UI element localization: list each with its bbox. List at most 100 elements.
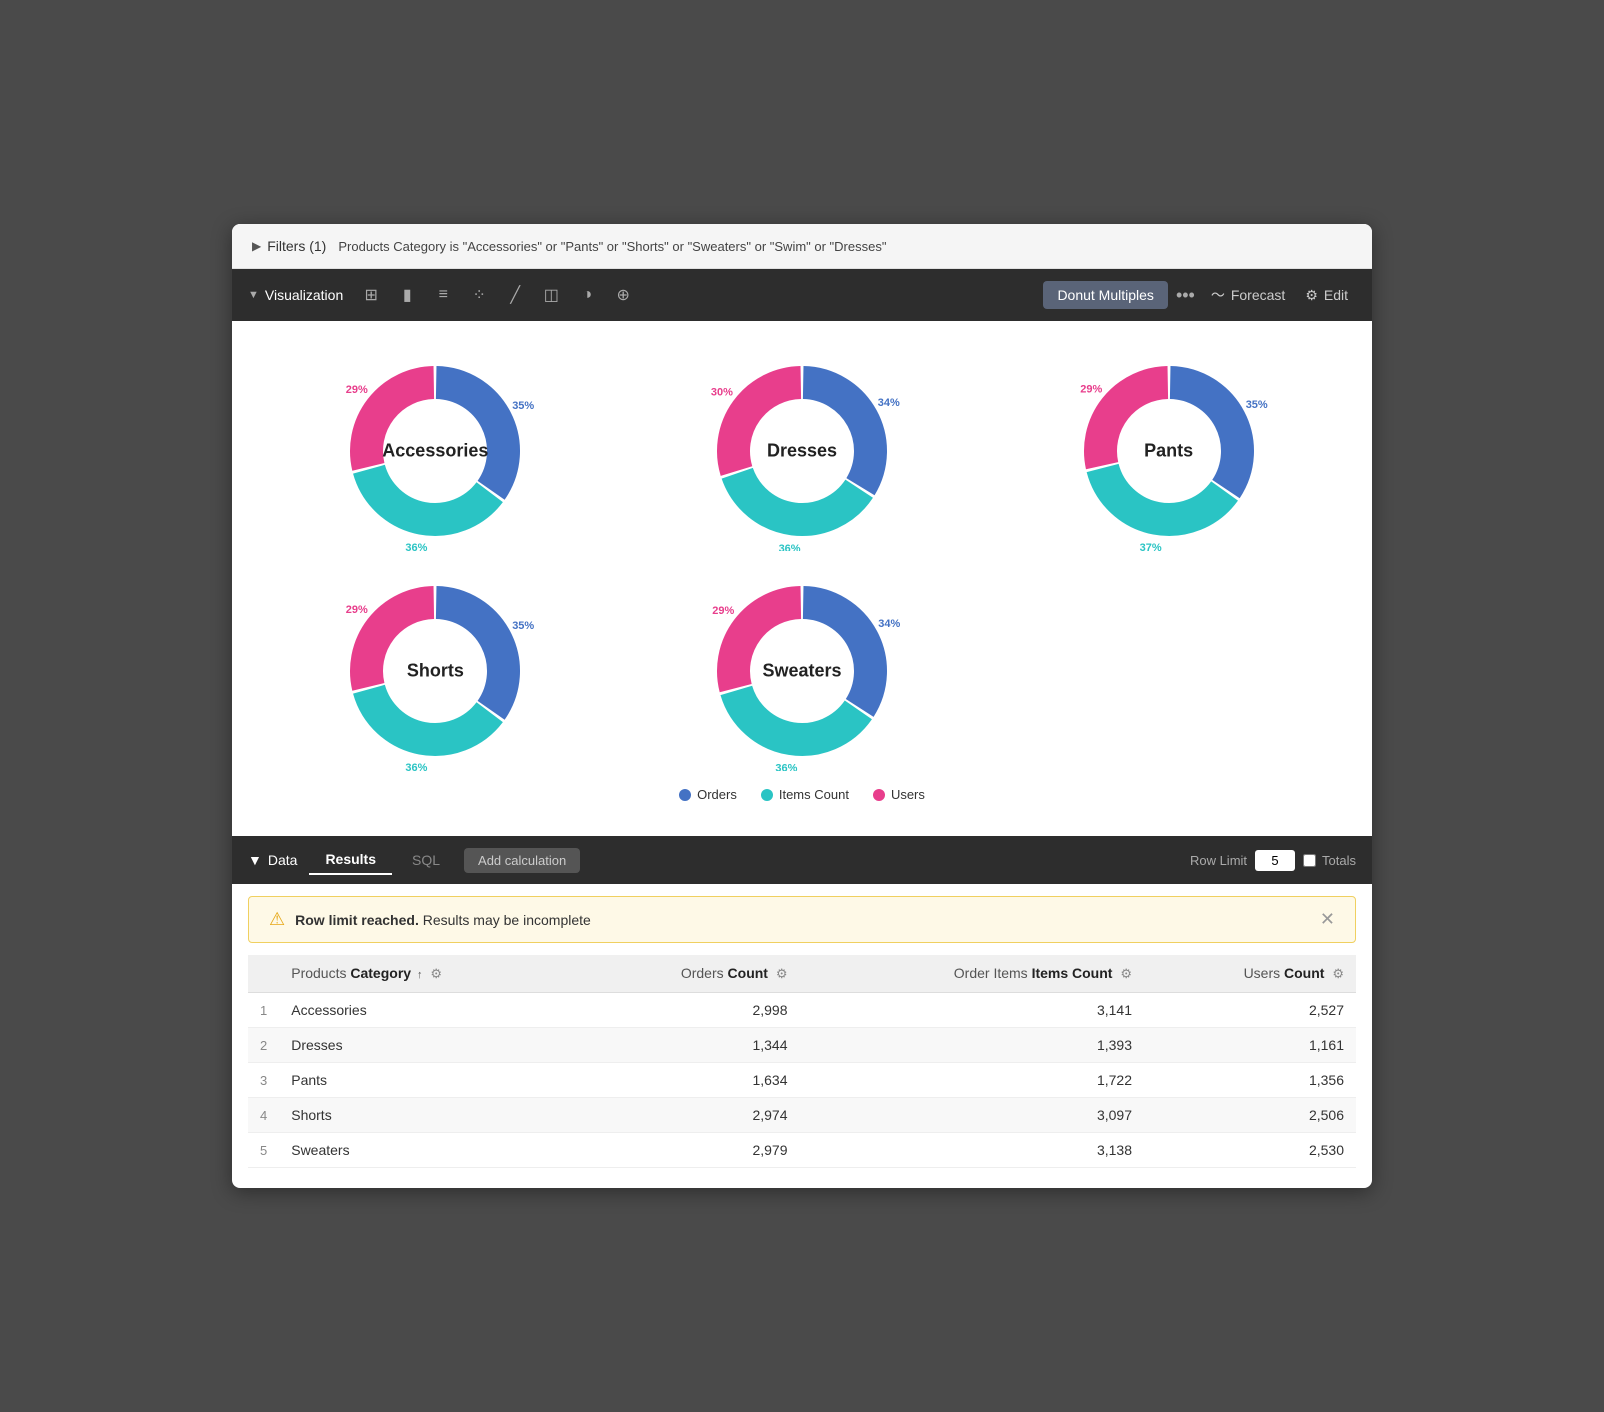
svg-text:36%: 36% <box>775 763 797 771</box>
filter-toggle[interactable]: ▶ Filters (1) <box>252 238 326 254</box>
svg-text:29%: 29% <box>346 384 368 396</box>
warning-normal: Results may be incomplete <box>423 912 591 928</box>
table-body: 1 Accessories 2,998 3,141 2,527 2 Dresse… <box>248 993 1356 1168</box>
chart-shorts: 35%36%29%Shorts <box>335 571 535 771</box>
donut-center-label: Shorts <box>407 661 464 682</box>
viz-arrow-icon: ▼ <box>248 289 259 301</box>
edit-button[interactable]: ⚙ Edit <box>1297 283 1356 308</box>
data-section-label: ▼ Data <box>248 852 297 868</box>
map-icon[interactable]: ⊕ <box>607 279 639 311</box>
cell-category: Dresses <box>279 1028 577 1063</box>
viz-toolbar: ▼ Visualization ⊞ ▮ ≡ ⁘ ╱ ◫ ◑ ⊕ Donut Mu… <box>232 269 1372 321</box>
scatter-icon[interactable]: ⁘ <box>463 279 495 311</box>
row-limit-input[interactable] <box>1255 850 1295 871</box>
svg-text:36%: 36% <box>406 762 428 771</box>
cell-category: Shorts <box>279 1098 577 1133</box>
col-orders: Orders Count ⚙ <box>577 955 800 993</box>
add-calculation-button[interactable]: Add calculation <box>464 848 580 873</box>
row-number: 2 <box>248 1028 279 1063</box>
table-row: 1 Accessories 2,998 3,141 2,527 <box>248 993 1356 1028</box>
svg-text:37%: 37% <box>1139 542 1161 551</box>
totals-section: Totals <box>1303 853 1356 868</box>
donut-dresses: 34%36%30%Dresses <box>702 351 902 551</box>
cell-items: 3,138 <box>800 1133 1144 1168</box>
cell-users: 2,530 <box>1144 1133 1356 1168</box>
more-options-icon[interactable]: ••• <box>1176 285 1195 306</box>
bar-chart-icon[interactable]: ▮ <box>391 279 423 311</box>
svg-text:36%: 36% <box>406 542 428 551</box>
table-row: 3 Pants 1,634 1,722 1,356 <box>248 1063 1356 1098</box>
forecast-label: Forecast <box>1231 287 1285 303</box>
row-limit-section: Row Limit Totals <box>1190 850 1356 871</box>
legend-dot <box>873 789 885 801</box>
chart-sweaters: 34%36%29%Sweaters <box>702 571 902 771</box>
legend-label: Items Count <box>779 787 849 802</box>
chart-dresses: 34%36%30%Dresses <box>702 351 902 551</box>
cell-users: 1,356 <box>1144 1063 1356 1098</box>
forecast-button[interactable]: 〜 Forecast <box>1203 281 1293 309</box>
warning-icon: ⚠ <box>269 909 285 930</box>
totals-label: Totals <box>1322 853 1356 868</box>
legend-dot <box>679 789 691 801</box>
svg-text:30%: 30% <box>711 387 733 399</box>
totals-checkbox[interactable] <box>1303 854 1316 867</box>
viz-label: ▼ Visualization <box>248 287 343 303</box>
col-items-gear-icon[interactable]: ⚙ <box>1120 966 1132 981</box>
row-num-header <box>248 955 279 993</box>
edit-icon: ⚙ <box>1305 287 1318 304</box>
active-chart-label[interactable]: Donut Multiples <box>1043 281 1168 309</box>
legend-label: Users <box>891 787 925 802</box>
table-container: Products Category ↑ ⚙ Orders Count ⚙ Ord… <box>232 955 1372 1188</box>
data-label-text: Data <box>268 852 298 868</box>
donut-center-label: Accessories <box>382 441 488 462</box>
cell-items: 1,722 <box>800 1063 1144 1098</box>
sort-icon[interactable]: ↑ <box>417 969 423 981</box>
row-number: 3 <box>248 1063 279 1098</box>
table-row: 2 Dresses 1,344 1,393 1,161 <box>248 1028 1356 1063</box>
donut-center-label: Dresses <box>767 441 837 462</box>
edit-label: Edit <box>1324 287 1348 303</box>
row-number: 1 <box>248 993 279 1028</box>
results-table: Products Category ↑ ⚙ Orders Count ⚙ Ord… <box>248 955 1356 1168</box>
line-chart-icon[interactable]: ╱ <box>499 279 531 311</box>
warning-close-button[interactable]: ✕ <box>1320 909 1335 930</box>
col-orders-gear-icon[interactable]: ⚙ <box>776 966 788 981</box>
svg-text:35%: 35% <box>1245 399 1267 411</box>
list-icon[interactable]: ≡ <box>427 279 459 311</box>
cell-users: 2,527 <box>1144 993 1356 1028</box>
table-icon[interactable]: ⊞ <box>355 279 387 311</box>
col-category: Products Category ↑ ⚙ <box>279 955 577 993</box>
main-container: ▶ Filters (1) Products Category is "Acce… <box>232 224 1372 1188</box>
cell-users: 1,161 <box>1144 1028 1356 1063</box>
viz-label-text: Visualization <box>265 287 343 303</box>
legend-item-orders: Orders <box>679 787 737 802</box>
area-chart-icon[interactable]: ◫ <box>535 279 567 311</box>
tab-sql[interactable]: SQL <box>396 846 456 874</box>
filter-arrow-icon: ▶ <box>252 239 261 253</box>
data-toolbar: ▼ Data Results SQL Add calculation Row L… <box>232 836 1372 884</box>
cell-items: 1,393 <box>800 1028 1144 1063</box>
col-users-gear-icon[interactable]: ⚙ <box>1332 966 1344 981</box>
row-number: 5 <box>248 1133 279 1168</box>
cell-items: 3,141 <box>800 993 1144 1028</box>
donut-accessories: 35% 36% 29% Accessories <box>335 351 535 551</box>
legend: Orders Items Count Users <box>272 771 1332 826</box>
data-arrow-icon: ▼ <box>248 852 262 868</box>
table-row: 4 Shorts 2,974 3,097 2,506 <box>248 1098 1356 1133</box>
charts-area: 35%36%29%Accessories34%36%30%Dresses35%3… <box>232 321 1372 836</box>
donut-center-label: Pants <box>1144 441 1193 462</box>
tab-results[interactable]: Results <box>309 845 392 875</box>
pie-chart-icon[interactable]: ◑ <box>571 279 603 311</box>
svg-text:34%: 34% <box>878 618 900 630</box>
table-header: Products Category ↑ ⚙ Orders Count ⚙ Ord… <box>248 955 1356 993</box>
legend-item-users: Users <box>873 787 925 802</box>
svg-text:29%: 29% <box>1080 384 1102 396</box>
legend-label: Orders <box>697 787 737 802</box>
donut-sweaters: 34%36%29%Sweaters <box>702 571 902 771</box>
donut-shorts: 35%36%29%Shorts <box>335 571 535 771</box>
warning-bold: Row limit reached. <box>295 912 419 928</box>
col-category-gear-icon[interactable]: ⚙ <box>430 966 442 981</box>
svg-text:35%: 35% <box>513 400 535 412</box>
cell-orders: 2,974 <box>577 1098 800 1133</box>
table-row: 5 Sweaters 2,979 3,138 2,530 <box>248 1133 1356 1168</box>
